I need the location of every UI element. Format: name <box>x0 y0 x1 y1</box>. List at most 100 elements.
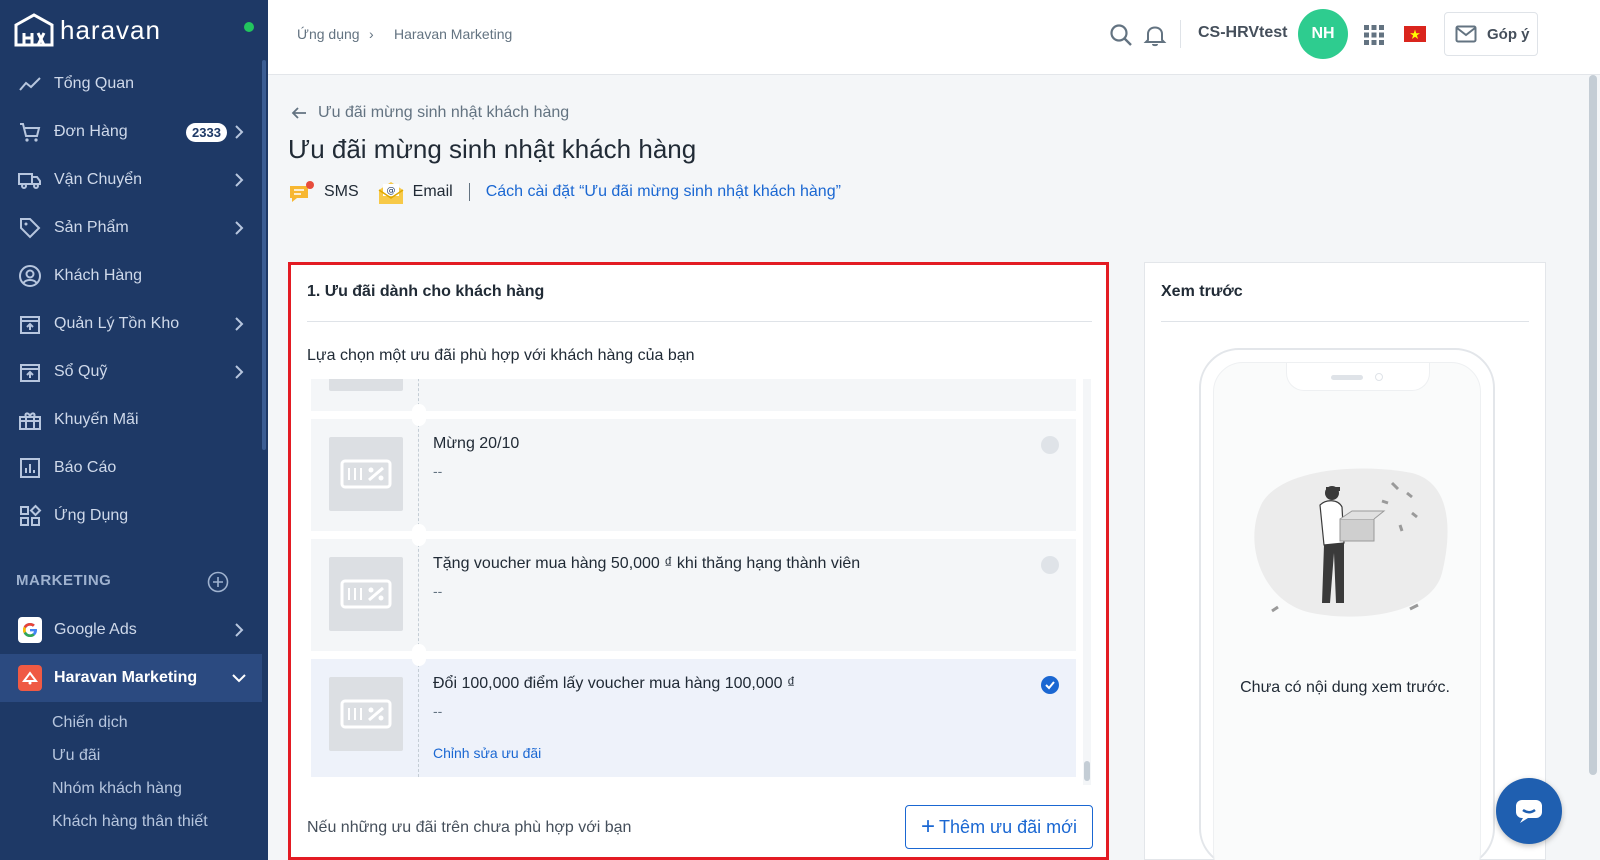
phone-screen <box>1213 362 1481 860</box>
cart-icon <box>18 120 42 144</box>
channel-sms-label: SMS <box>324 183 359 200</box>
sidebar-item-ung-dung[interactable]: Ứng Dụng <box>0 492 262 540</box>
offer-list[interactable]: Mừng 20/10 -- Tặng voucher mua hàng 50,0… <box>311 379 1076 779</box>
arrow-left-icon <box>291 107 306 119</box>
bell-icon[interactable] <box>1142 22 1168 48</box>
sidebar-item-khuyen-mai[interactable]: Khuyến Mãi <box>0 396 262 444</box>
offer-radio[interactable] <box>1041 436 1059 454</box>
sidebar-item-khach-hang[interactable]: Khách Hàng <box>0 252 262 300</box>
order-count-badge: 2333 <box>186 123 227 142</box>
chat-icon <box>1516 800 1542 823</box>
sidebar-item-label: Ứng Dụng <box>54 507 129 524</box>
apps-icon <box>18 504 42 528</box>
sidebar-subitem-khach-hang-than-thiet[interactable]: Khách hàng thân thiết <box>52 813 208 831</box>
breadcrumb-haravan-marketing[interactable]: Haravan Marketing <box>394 26 512 42</box>
offer-body: Đổi 100,000 điểm lấy voucher mua hàng 10… <box>419 659 1076 777</box>
offer-list-scrollbar[interactable] <box>1083 379 1091 785</box>
page-scrollbar[interactable] <box>1586 75 1600 860</box>
voucher-icon <box>329 557 403 631</box>
offer-radio[interactable] <box>1041 556 1059 574</box>
app-grid-icon[interactable] <box>1361 22 1387 48</box>
chevron-right-icon <box>235 623 244 637</box>
sidebar-subitem-uu-dai[interactable]: Ưu đãi <box>52 747 100 765</box>
sidebar-item-google-ads[interactable]: Google Ads <box>0 606 262 654</box>
sidebar-item-label: Đơn Hàng <box>54 123 128 140</box>
vietnam-flag-icon[interactable] <box>1404 26 1426 42</box>
sidebar-item-label: Sổ Quỹ <box>54 363 108 380</box>
add-marketing-app-icon[interactable] <box>207 571 229 593</box>
sidebar-subitem-chien-dich[interactable]: Chiến dịch <box>52 714 128 732</box>
haravan-logo[interactable]: haravan <box>12 10 161 50</box>
offer-item-partial[interactable] <box>311 379 1076 418</box>
chevron-right-icon <box>235 221 244 235</box>
sidebar-item-quan-ly-ton-kho[interactable]: Quản Lý Tồn Kho <box>0 300 262 348</box>
avatar[interactable]: NH <box>1298 9 1348 59</box>
sidebar-item-label: Khuyến Mãi <box>54 411 139 428</box>
chevron-right-icon <box>235 125 244 139</box>
channel-row: SMS @ Email Cách cài đặt “Ưu đãi mừng si… <box>288 178 841 206</box>
sidebar-item-label: Báo Cáo <box>54 459 117 476</box>
chat-button[interactable] <box>1496 778 1562 844</box>
add-new-offer-button[interactable]: + Thêm ưu đãi mới <box>905 805 1093 849</box>
channel-email-label: Email <box>412 183 453 200</box>
offer-body: Mừng 20/10 -- <box>419 419 1076 531</box>
offer-item[interactable]: Mừng 20/10 -- <box>311 412 1076 538</box>
offer-thumb-wrap <box>311 412 426 538</box>
sidebar-item-label: Haravan Marketing <box>54 669 198 686</box>
sidebar-item-label: Tổng Quan <box>54 75 135 92</box>
voucher-icon <box>329 379 403 391</box>
offer-radio-checked[interactable] <box>1041 676 1059 694</box>
offers-card-divider <box>307 321 1092 322</box>
store-name[interactable]: CS-HRVtest <box>1198 24 1288 42</box>
gift-icon <box>18 408 42 432</box>
plus-icon: + <box>921 813 936 840</box>
preview-empty-text: Chưa có nội dung xem trước. <box>1240 679 1450 696</box>
sidebar-item-van-chuyen[interactable]: Vận Chuyển <box>0 156 262 204</box>
truck-icon <box>18 168 42 192</box>
back-link[interactable]: Ưu đãi mừng sinh nhật khách hàng <box>290 104 569 122</box>
offers-card: 1. Ưu đãi dành cho khách hàng Lựa chọn m… <box>288 262 1109 860</box>
sidebar-item-haravan-marketing[interactable]: Haravan Marketing <box>0 654 262 702</box>
haravan-marketing-icon-wrap <box>18 665 42 691</box>
offer-item-selected[interactable]: Đổi 100,000 điểm lấy voucher mua hàng 10… <box>311 652 1076 777</box>
chevron-right-icon <box>235 317 244 331</box>
chevron-right-icon <box>235 173 244 187</box>
setup-guide-link[interactable]: Cách cài đặt “Ưu đãi mừng sinh nhật khác… <box>486 183 841 201</box>
google-icon <box>18 617 42 643</box>
phone-mockup <box>1199 348 1495 860</box>
add-new-offer-label: Thêm ưu đãi mới <box>939 816 1077 837</box>
sms-icon <box>290 181 314 202</box>
breadcrumb-ung-dung[interactable]: Ứng dụng <box>297 26 360 42</box>
sidebar-subitem-nhom-khach-hang[interactable]: Nhóm khách hàng <box>52 780 182 798</box>
offer-thumb-wrap <box>311 652 426 777</box>
sidebar-scrollbar-thumb[interactable] <box>262 60 266 450</box>
mail-icon <box>1455 25 1477 43</box>
sidebar-item-label: Google Ads <box>54 621 137 638</box>
page-scrollbar-thumb[interactable] <box>1589 75 1597 775</box>
offer-list-scrollbar-thumb[interactable] <box>1084 761 1090 781</box>
sidebar-item-san-pham[interactable]: Sản Phẩm <box>0 204 262 252</box>
feedback-button[interactable]: Góp ý <box>1444 12 1538 56</box>
empty-box-illustration <box>1254 468 1448 617</box>
search-icon[interactable] <box>1108 22 1134 48</box>
sidebar-scrollbar[interactable] <box>262 0 268 860</box>
inventory-icon <box>18 312 42 336</box>
offer-title: Mừng 20/10 <box>433 435 520 452</box>
edit-offer-link[interactable]: Chỉnh sửa ưu đãi <box>433 745 541 761</box>
user-circle-icon <box>18 264 42 288</box>
online-status-dot <box>244 22 254 32</box>
offer-item[interactable]: Tặng voucher mua hàng 50,000 ₫ khi thăng… <box>311 532 1076 658</box>
google-icon-wrap <box>18 617 42 643</box>
sidebar-item-bao-cao[interactable]: Báo Cáo <box>0 444 262 492</box>
offers-card-subtitle: Lựa chọn một ưu đãi phù hợp với khách hà… <box>307 347 695 364</box>
voucher-icon <box>329 677 403 751</box>
sidebar-item-tong-quan[interactable]: Tổng Quan <box>0 60 262 108</box>
chart-line-icon <box>18 72 42 96</box>
sidebar-item-don-hang[interactable]: Đơn Hàng 2333 <box>0 108 262 156</box>
offers-card-title: 1. Ưu đãi dành cho khách hàng <box>307 283 545 300</box>
sidebar-item-label: Vận Chuyển <box>54 171 143 188</box>
email-icon: @ <box>378 182 404 204</box>
sidebar-item-so-quy[interactable]: Sổ Quỹ <box>0 348 262 396</box>
sidebar: haravan Tổng Quan Đơn Hàng 2333 Vận Chuy… <box>0 0 262 860</box>
haravan-logo-icon <box>14 13 54 47</box>
